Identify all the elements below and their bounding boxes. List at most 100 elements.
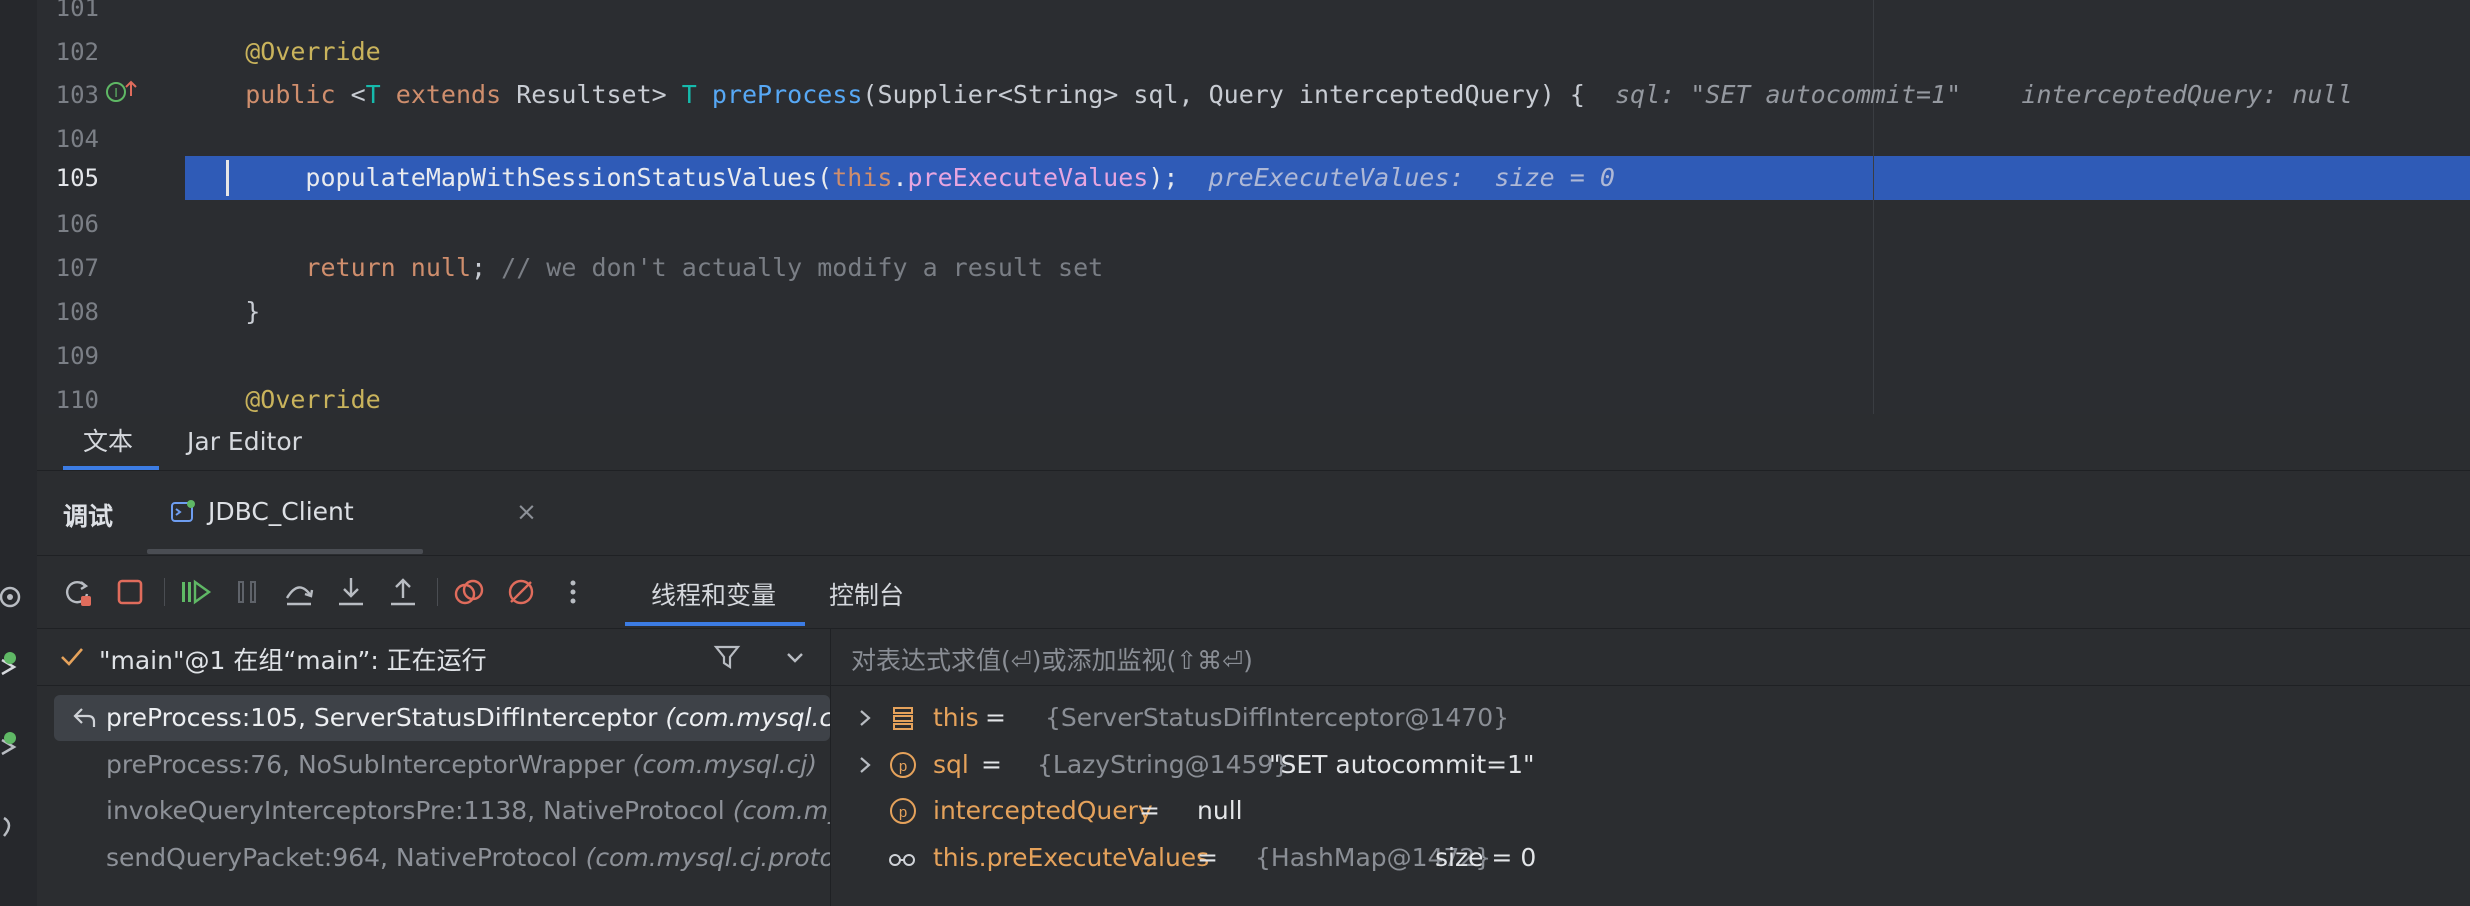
annotation: @Override — [245, 385, 381, 414]
variable-eq: = — [981, 750, 1002, 779]
frames-pane: "main"@1 在组“main”: 正在运行 preProcess:105, … — [37, 628, 831, 906]
resume-icon[interactable] — [177, 574, 213, 610]
code-area[interactable]: @Override public <T extends Resultset> T… — [185, 0, 2470, 414]
editor-mode-tabs: 文本 Jar Editor — [37, 414, 2470, 471]
stack-frame[interactable]: preProcess:105, ServerStatusDiffIntercep… — [54, 695, 830, 741]
frame-label: preProcess:105, ServerStatusDiffIntercep… — [106, 695, 830, 741]
code-editor[interactable]: 101 102 103 104 105 106 107 108 109 110 … — [37, 0, 2470, 414]
stack-frame[interactable]: invokeQueryInterceptorsPre:1138, NativeP… — [54, 788, 830, 834]
frame-name: sendQueryPacket:964, NativeProtocol — [106, 843, 578, 872]
tab-console[interactable]: 控制台 — [829, 576, 904, 612]
toolbar-separator — [437, 578, 438, 606]
tab-jar-editor[interactable]: Jar Editor — [187, 414, 302, 470]
run-active-indicator — [4, 732, 16, 744]
punct: ); — [1148, 163, 1179, 192]
stack-frame[interactable]: sendQueryPacket:964, NativeProtocol (com… — [54, 835, 830, 881]
stop-icon[interactable] — [112, 574, 148, 610]
evaluate-expression-input[interactable]: 对表达式求值(⏎)或添加监视(⇧⌘⏎) — [831, 628, 2470, 686]
svg-text:p: p — [899, 804, 907, 821]
variables-pane: 对表达式求值(⏎)或添加监视(⇧⌘⏎) this = {ServerStatus… — [831, 628, 2470, 906]
keyword: extends — [395, 80, 502, 109]
frame-label: sendQueryPacket:964, NativeProtocol (com… — [106, 835, 830, 881]
view-breakpoints-icon[interactable] — [451, 574, 487, 610]
line-number: 108 — [55, 298, 99, 326]
inline-value-hint: size = 0 — [1494, 163, 1615, 192]
variable-eq: = — [1197, 843, 1218, 872]
params: (Supplier<String> sql, Query intercepted… — [862, 80, 1585, 109]
filter-icon[interactable] — [713, 643, 741, 671]
chevron-right-icon[interactable] — [855, 707, 875, 729]
tab-threads-variables[interactable]: 线程和变量 — [651, 576, 776, 612]
code-line-105: populateMapWithSessionStatusValues(this.… — [185, 156, 2470, 200]
chevron-down-icon[interactable] — [783, 645, 807, 669]
variable-ref: {LazyString@1459} — [1037, 750, 1290, 779]
watch-icon — [889, 854, 915, 866]
more-icon[interactable] — [555, 574, 591, 610]
thread-label: "main"@1 在组“main”: 正在运行 — [99, 646, 487, 675]
toolbar-separator — [164, 578, 165, 606]
code-line-102: @Override — [185, 30, 2470, 74]
frame-package: (com.mysql.cj. — [665, 703, 830, 732]
code-line-103: public <T extends Resultset> T preProces… — [185, 73, 2470, 117]
thread-selector[interactable]: "main"@1 在组“main”: 正在运行 — [37, 628, 830, 686]
type-name: Resultset> — [516, 80, 667, 109]
debug-toolbar: 线程和变量 控制台 — [37, 555, 2470, 628]
stack-frame[interactable]: preProcess:76, NoSubInterceptorWrapper (… — [54, 742, 830, 788]
type-param: T — [681, 80, 697, 109]
method-call: populateMapWithSessionStatusValues( — [305, 163, 833, 192]
comment: // we don't actually modify a result set — [501, 253, 1104, 282]
frame-label: invokeQueryInterceptorsPre:1138, NativeP… — [106, 788, 830, 834]
git-tool-icon[interactable] — [0, 810, 30, 844]
code-line-110: @Override — [185, 378, 2470, 414]
keyword: null — [410, 253, 472, 282]
variable-row[interactable]: this = {ServerStatusDiffInterceptor@1470… — [831, 695, 2431, 741]
punct: < — [350, 80, 366, 109]
rerun-icon[interactable] — [59, 574, 95, 610]
chevron-right-icon[interactable] — [855, 754, 875, 776]
close-icon[interactable]: × — [516, 497, 537, 526]
frame-package: (com.mys — [732, 796, 830, 825]
code-line-108: } — [185, 290, 2470, 334]
variable-row[interactable]: p sql = {LazyString@1459} "SET autocommi… — [831, 742, 2431, 788]
svg-text:I: I — [114, 85, 118, 100]
step-out-icon[interactable] — [385, 574, 421, 610]
debug-active-indicator — [4, 652, 16, 664]
application-icon — [171, 500, 195, 522]
debug-title: 调试 — [63, 502, 114, 531]
frame-label: preProcess:76, NoSubInterceptorWrapper (… — [106, 742, 817, 788]
services-icon[interactable] — [0, 580, 30, 614]
frame-package: (com.mysql.cj) — [632, 750, 818, 779]
implements-method-icon[interactable]: I — [105, 78, 139, 104]
line-number: 102 — [55, 38, 99, 66]
debug-header: 调试 JDBC_Client × — [37, 471, 2470, 555]
punct: } — [245, 297, 261, 326]
field-name: preExecuteValues — [907, 163, 1149, 192]
annotation: @Override — [245, 37, 381, 66]
session-tab-underline — [147, 549, 423, 554]
variable-row[interactable]: this.preExecuteValues = {HashMap@1472} s… — [831, 835, 2431, 881]
variable-row[interactable]: p interceptedQuery = null — [831, 788, 2431, 834]
svg-text:p: p — [899, 758, 907, 775]
line-number: 103 — [55, 81, 99, 109]
variable-name: this — [933, 703, 979, 732]
frame-name: preProcess:105, ServerStatusDiffIntercep… — [106, 703, 658, 732]
variable-ref: {ServerStatusDiffInterceptor@1470} — [1045, 703, 1510, 732]
left-tool-strip — [0, 0, 38, 906]
line-number: 106 — [55, 210, 99, 238]
tab-text[interactable]: 文本 — [62, 414, 160, 470]
mute-breakpoints-icon[interactable] — [503, 574, 539, 610]
inline-value-hint: sql: "SET autocommit=1" — [1615, 80, 1962, 109]
method-name: preProcess — [711, 80, 863, 109]
session-tab-label: JDBC_Client — [208, 497, 354, 526]
line-number-gutter: 101 102 103 104 105 106 107 108 109 110 … — [37, 0, 185, 414]
step-over-icon[interactable] — [281, 574, 317, 610]
keyword: public — [245, 80, 336, 109]
variable-name: interceptedQuery — [933, 796, 1153, 825]
pause-icon[interactable] — [229, 574, 265, 610]
keyword: return — [305, 253, 396, 282]
step-into-icon[interactable] — [333, 574, 369, 610]
variable-value: null — [1197, 796, 1243, 825]
frame-name: preProcess:76, NoSubInterceptorWrapper — [106, 750, 625, 779]
line-number: 105 — [55, 164, 99, 192]
line-number: 110 — [55, 386, 99, 414]
